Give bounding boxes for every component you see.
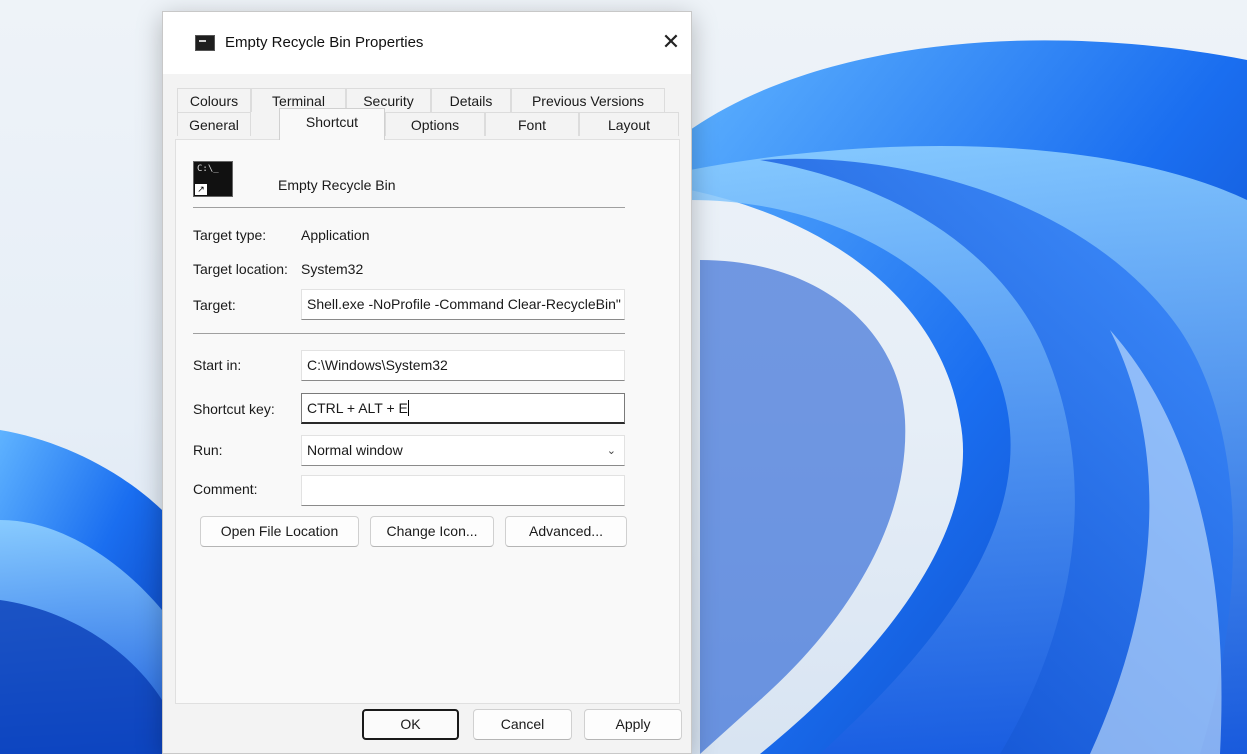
target-location-label: Target location:	[193, 261, 288, 277]
tab-shortcut[interactable]: Shortcut	[279, 108, 385, 140]
chevron-down-icon: ⌄	[606, 444, 616, 457]
dialog-title: Empty Recycle Bin Properties	[225, 34, 424, 51]
properties-dialog: Empty Recycle Bin Properties ✕ Colours T…	[162, 11, 692, 754]
run-select[interactable]: Normal window ⌄	[301, 435, 625, 466]
comment-field[interactable]	[301, 475, 625, 506]
terminal-icon	[195, 35, 215, 51]
target-type-label: Target type:	[193, 227, 267, 243]
divider	[193, 207, 625, 208]
comment-label: Comment:	[193, 481, 258, 497]
tab-colours[interactable]: Colours	[177, 88, 251, 112]
tab-font[interactable]: Font	[485, 112, 579, 136]
shortcut-key-label: Shortcut key:	[193, 401, 275, 417]
close-button[interactable]: ✕	[651, 26, 691, 60]
start-in-field[interactable]: C:\Windows\System32	[301, 350, 625, 381]
terminal-icon: C:\_ ↗	[193, 161, 233, 197]
target-type-value: Application	[301, 227, 370, 243]
run-select-value: Normal window	[307, 442, 403, 458]
start-in-label: Start in:	[193, 357, 242, 373]
tab-options[interactable]: Options	[385, 112, 485, 136]
text-caret	[407, 400, 409, 416]
shortcut-key-field[interactable]: CTRL + ALT + E	[301, 393, 625, 424]
shortcut-key-value: CTRL + ALT + E	[307, 400, 408, 416]
apply-button[interactable]: Apply	[584, 709, 682, 740]
tab-layout[interactable]: Layout	[579, 112, 679, 136]
ok-button[interactable]: OK	[362, 709, 459, 740]
target-field[interactable]: Shell.exe -NoProfile -Command Clear-Recy…	[301, 289, 625, 320]
target-location-value: System32	[301, 261, 364, 277]
title-bar[interactable]: Empty Recycle Bin Properties ✕	[163, 12, 691, 74]
advanced-button[interactable]: Advanced...	[505, 516, 627, 547]
target-label: Target:	[193, 297, 236, 313]
tab-previous-versions[interactable]: Previous Versions	[511, 88, 665, 112]
tab-strip: Colours Terminal Security Details Previo…	[163, 74, 691, 140]
change-icon-button[interactable]: Change Icon...	[370, 516, 494, 547]
shortcut-arrow-icon: ↗	[195, 184, 207, 195]
open-file-location-button[interactable]: Open File Location	[200, 516, 359, 547]
prompt-glyph: C:\_	[197, 164, 219, 174]
tab-details[interactable]: Details	[431, 88, 511, 112]
cancel-button[interactable]: Cancel	[473, 709, 572, 740]
divider	[193, 333, 625, 334]
shortcut-name: Empty Recycle Bin	[278, 177, 396, 193]
run-label: Run:	[193, 442, 223, 458]
tab-general[interactable]: General	[177, 112, 251, 136]
